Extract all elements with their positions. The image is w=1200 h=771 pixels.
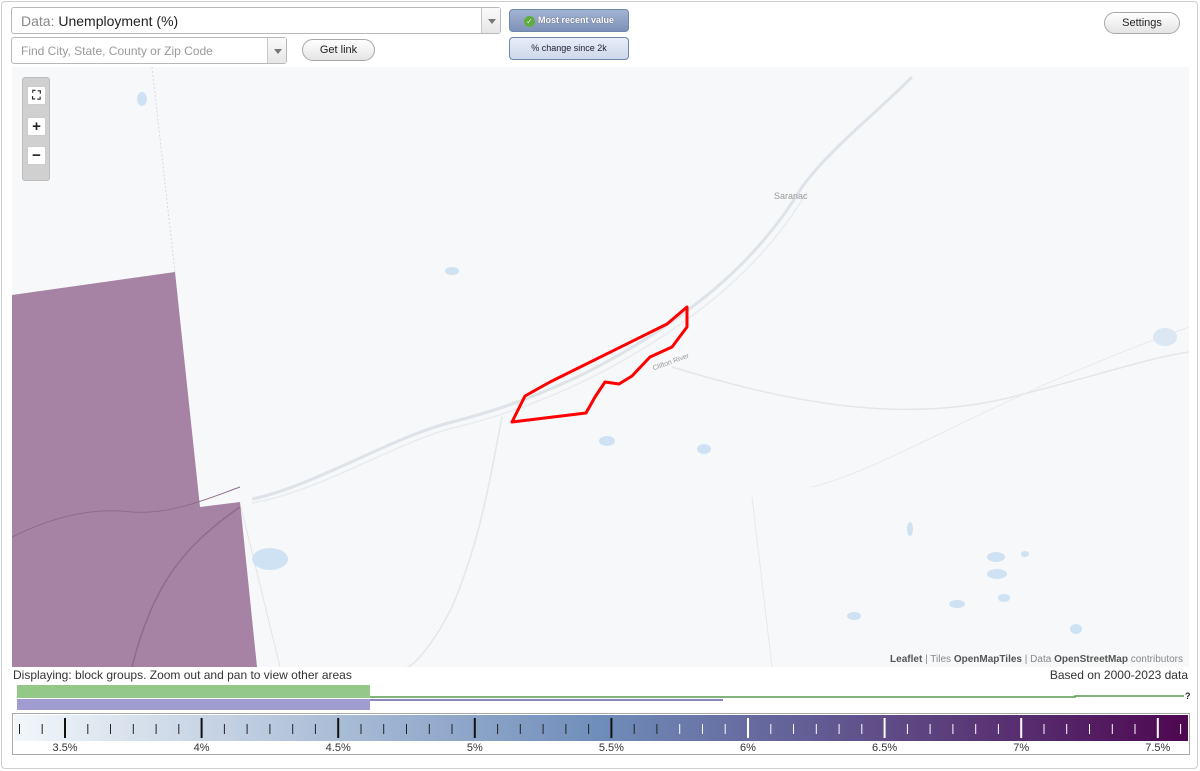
data-select-value: Unemployment (%) <box>58 13 179 29</box>
data-range-note: Based on 2000-2023 data <box>1049 668 1188 682</box>
data-select-text: Data: Unemployment (%) <box>21 13 178 29</box>
road <box>406 416 503 667</box>
tiles-prefix: Tiles <box>930 654 952 665</box>
data-select-prefix: Data: <box>21 13 55 29</box>
map-canvas[interactable]: Saranac Clifton River ⛶ + − Leaflet | Ti… <box>12 67 1189 667</box>
legend-scale: 3.5% 4% 4.5% 5% 5.5% 6% 6.5% 7% 7.5% <box>14 715 1188 754</box>
location-search[interactable] <box>11 37 287 64</box>
lake <box>1153 328 1177 346</box>
data-prefix: Data <box>1030 654 1052 665</box>
histogram-green-line <box>370 695 1184 698</box>
place-label-saranac: Saranac <box>774 191 808 201</box>
lake <box>697 444 711 454</box>
road <box>251 75 914 501</box>
histogram-blue-bar <box>17 699 370 710</box>
lake <box>445 267 459 275</box>
boundary-line <box>151 67 176 274</box>
lake <box>987 552 1005 562</box>
legend-tick-label: 4% <box>194 742 210 754</box>
display-status: Displaying: block groups. Zoom out and p… <box>13 668 352 682</box>
openmaptiles-link[interactable]: OpenMapTiles <box>954 654 1022 665</box>
most-recent-value-button[interactable]: ✓ Most recent value <box>509 9 629 32</box>
pct-change-button[interactable]: % change since 2k <box>509 37 629 60</box>
road <box>671 351 1189 411</box>
legend-gradient <box>14 715 1188 741</box>
attribution-separator: | <box>1024 654 1028 665</box>
lake <box>847 612 861 620</box>
legend-tick-label: 5% <box>467 742 483 754</box>
legend-tick-label: 7% <box>1013 742 1029 754</box>
legend-tick-label: 4.5% <box>326 742 351 754</box>
histogram-green-bar <box>17 685 370 698</box>
lake <box>599 436 615 446</box>
lake <box>1021 551 1029 557</box>
map-layer <box>12 67 1189 667</box>
chevron-down-icon[interactable] <box>481 8 500 33</box>
lake <box>1070 624 1082 634</box>
legend-tick-label: 5.5% <box>599 742 624 754</box>
legend-tick-label: 6.5% <box>872 742 897 754</box>
shaded-block-group[interactable] <box>12 272 257 667</box>
zoom-in-button[interactable]: + <box>27 117 46 136</box>
contributors-text: contributors <box>1130 654 1183 665</box>
boundary-line <box>751 496 773 667</box>
chevron-down-icon[interactable] <box>267 38 286 63</box>
attribution-separator: | <box>925 654 928 665</box>
histogram-unknown-marker: ? <box>1185 691 1190 701</box>
lake <box>252 548 288 570</box>
zoom-out-button[interactable]: − <box>27 146 46 165</box>
legend-tick-label: 3.5% <box>52 742 77 754</box>
data-select[interactable]: Data: Unemployment (%) <box>11 7 501 34</box>
color-legend: 3.5% 4% 4.5% 5% 5.5% 6% 6.5% 7% 7.5% <box>12 713 1190 755</box>
lake <box>998 594 1010 602</box>
lake <box>137 92 147 106</box>
most-recent-label: Most recent value <box>537 15 615 25</box>
leaflet-link[interactable]: Leaflet <box>890 654 922 665</box>
legend-tick-label: 7.5% <box>1145 742 1170 754</box>
checkmark-icon: ✓ <box>523 16 535 27</box>
fullscreen-icon[interactable]: ⛶ <box>27 86 46 105</box>
map-attribution: Leaflet | Tiles OpenMapTiles | Data Open… <box>890 654 1183 665</box>
zoom-controls: ⛶ + − <box>22 77 50 181</box>
river <box>251 191 808 504</box>
distribution-histogram: ? <box>17 685 1190 710</box>
lake <box>907 522 913 536</box>
settings-button[interactable]: Settings <box>1104 12 1180 34</box>
get-link-button[interactable]: Get link <box>302 39 375 61</box>
lake <box>949 600 965 608</box>
openstreetmap-link[interactable]: OpenStreetMap <box>1054 654 1128 665</box>
search-input[interactable] <box>13 39 265 62</box>
legend-tick-label: 6% <box>740 742 756 754</box>
lake <box>987 569 1007 579</box>
road <box>811 326 1189 488</box>
